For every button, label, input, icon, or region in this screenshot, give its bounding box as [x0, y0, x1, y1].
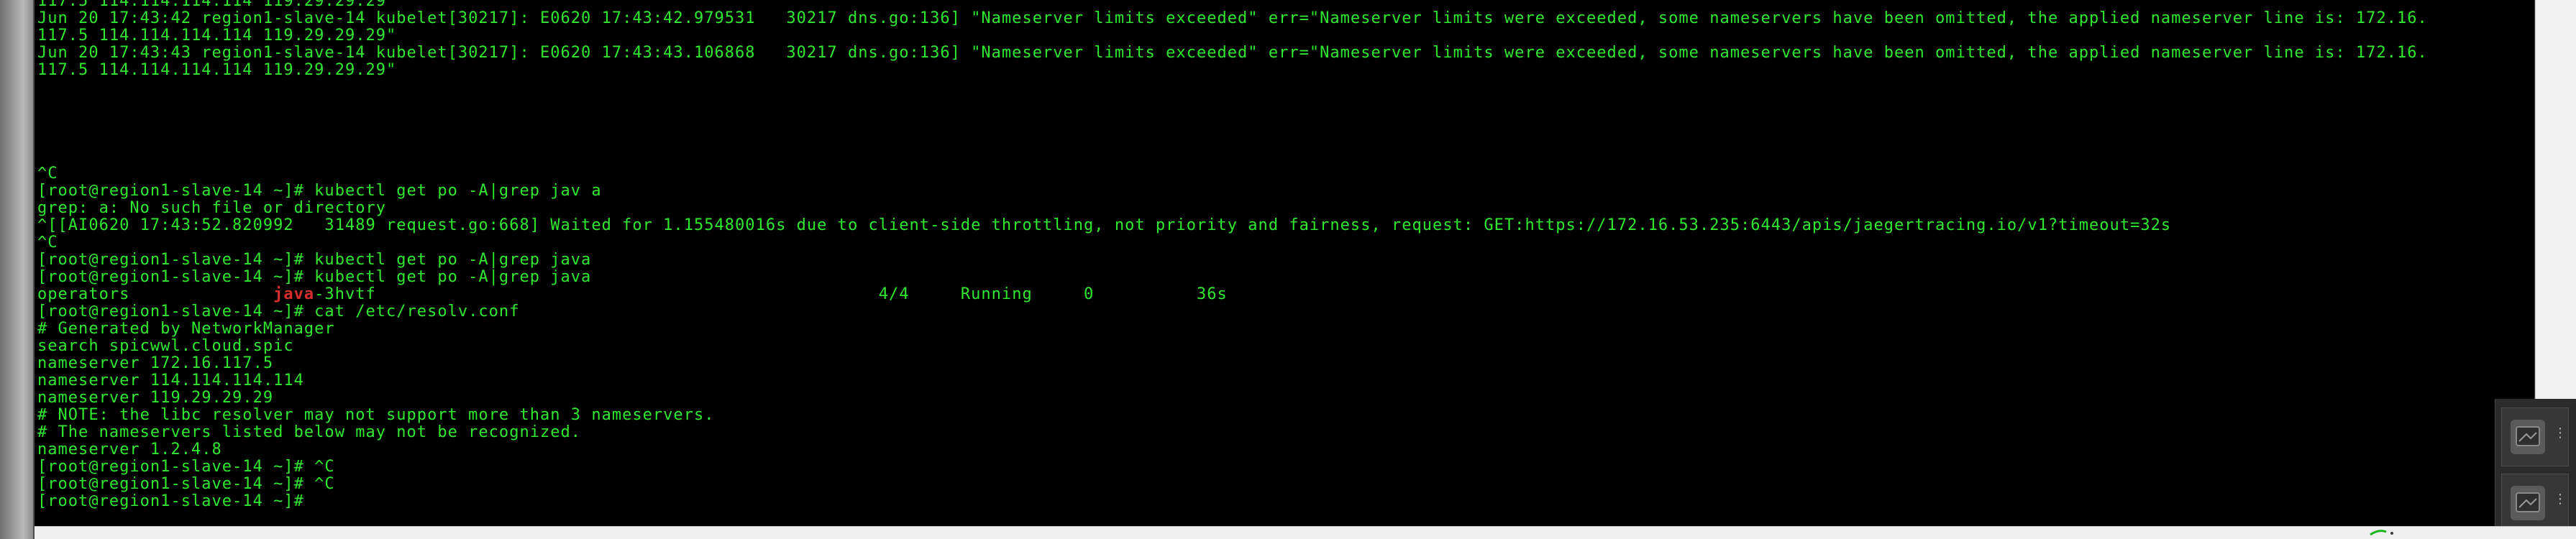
window-left-edge [0, 0, 35, 539]
terminal-command-line: [root@region1-slave-14 ~]# kubectl get p… [37, 182, 602, 200]
terminal-line: nameserver 114.114.114.114 [37, 372, 304, 390]
terminal-line: grep: a: No such file or directory [37, 199, 387, 217]
terminal-active-prompt[interactable]: [root@region1-slave-14 ~]# [37, 493, 2534, 510]
more-vertical-icon[interactable]: ⋮ [2554, 427, 2567, 444]
terminal-line: ^C [37, 165, 58, 183]
terminal-grep-result-line: operators java-3hvtf 4/4 Running 0 36s [37, 286, 2534, 303]
terminal-line: ^C [37, 234, 58, 252]
terminal-command-line: [root@region1-slave-14 ~]# kubectl get p… [37, 251, 592, 269]
terminal-command-line: [root@region1-slave-14 ~]# ^C [37, 475, 335, 493]
app-tile[interactable]: ⋮ [2501, 474, 2569, 533]
terminal-line: nameserver 172.16.117.5 [37, 354, 274, 372]
window-bottom-bar [35, 526, 2576, 539]
terminal-line: Jun 20 17:43:42 region1-slave-14 kubelet… [37, 9, 2428, 27]
terminal-line: 117.5 114.114.114.114 119.29.29.29" [37, 27, 397, 45]
terminal-line: # NOTE: the libc resolver may not suppor… [37, 406, 715, 424]
terminal-command-line: [root@region1-slave-14 ~]# ^C [37, 458, 335, 476]
terminal-command-line: [root@region1-slave-14 ~]# kubectl get p… [37, 268, 592, 286]
app-window-icon [2511, 486, 2545, 520]
floating-app-panel: ⋮ ⋮ [2495, 399, 2576, 539]
terminal-output[interactable]: 117.5 114.114.114.114 119.29.29.29" Jun … [35, 0, 2536, 527]
terminal-window: 117.5 114.114.114.114 119.29.29.29" Jun … [0, 0, 2576, 539]
terminal-line: 117.5 114.114.114.114 119.29.29.29" [37, 0, 397, 10]
grep-result-prefix: operators [37, 285, 274, 303]
terminal-scrollback: 117.5 114.114.114.114 119.29.29.29" Jun … [37, 0, 2534, 527]
terminal-line: # The nameservers listed below may not b… [37, 423, 582, 441]
terminal-command-line: [root@region1-slave-14 ~]# cat /etc/reso… [37, 303, 520, 321]
grep-match-highlight: java [273, 285, 315, 303]
terminal-line: Jun 20 17:43:43 region1-slave-14 kubelet… [37, 44, 2428, 62]
terminal-line: 117.5 114.114.114.114 119.29.29.29" [37, 61, 397, 79]
cursor-icon [2370, 530, 2393, 536]
app-tile[interactable]: ⋮ [2501, 407, 2569, 466]
terminal-line: nameserver 119.29.29.29 [37, 389, 274, 407]
app-window-icon [2511, 420, 2545, 454]
terminal-line: # Generated by NetworkManager [37, 320, 335, 338]
terminal-line: ^[[AI0620 17:43:52.820992 31489 request.… [37, 216, 2172, 234]
terminal-line: nameserver 1.2.4.8 [37, 441, 222, 459]
more-vertical-icon[interactable]: ⋮ [2554, 493, 2567, 510]
grep-result-suffix: -3hvtf 4/4 Running 0 36s [314, 285, 1228, 303]
terminal-line: search spicwwl.cloud.spic [37, 337, 294, 355]
